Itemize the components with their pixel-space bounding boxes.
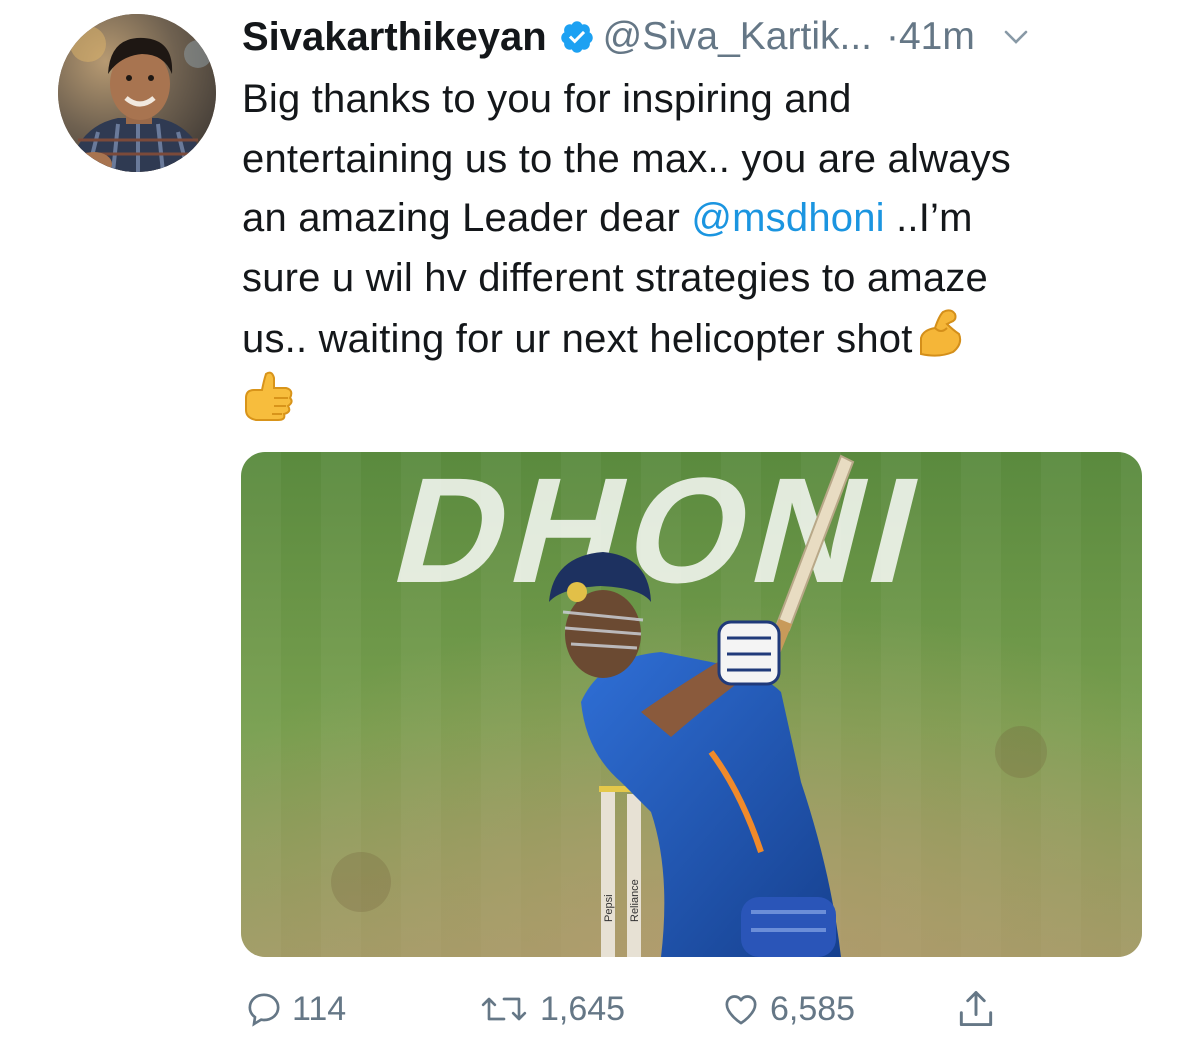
reply-icon (248, 993, 280, 1027)
retweet-count: 1,645 (540, 989, 626, 1028)
tweet-text-segment: ..I’m (884, 196, 973, 240)
verified-badge-icon (560, 21, 593, 53)
tweet-text-line: entertaining us to the max.. you are alw… (242, 136, 1012, 181)
thumbs-up-emoji (245, 371, 293, 421)
tweet-text-line (242, 370, 1162, 434)
share-button[interactable] (954, 984, 998, 1034)
stump-text-reliance: Reliance (629, 879, 641, 922)
share-icon (959, 991, 993, 1027)
tweet-text-segment: an amazing Leader dear (242, 196, 692, 240)
heart-icon (725, 995, 757, 1025)
author-name[interactable]: Sivakarthikeyan (242, 15, 547, 60)
tweet-media-image[interactable]: DHONI Pepsi Reliance (241, 452, 1142, 957)
author-handle[interactable]: @Siva_Kartik... (603, 15, 872, 59)
reply-button[interactable]: 114 (244, 984, 346, 1034)
tweet-time[interactable]: 41m (899, 15, 975, 59)
tweet-text-line: Big thanks to you for inspiring and (242, 77, 852, 121)
helmet-crest (567, 582, 587, 602)
tweet-text: Big thanks to you for inspiring and ente… (242, 70, 1162, 433)
cricket-photo: DHONI Pepsi Reliance (241, 452, 1142, 957)
retweet-button[interactable]: 1,645 (476, 984, 625, 1034)
like-count: 6,585 (770, 989, 856, 1028)
ground-text: DHONI (379, 452, 944, 614)
tweet-actions: 114 1,645 6,585 (0, 984, 1200, 1034)
tweet-text-line: sure u wil hv different strategies to am… (242, 255, 989, 300)
retweet-icon (481, 997, 527, 1021)
avatar-image (58, 14, 216, 172)
chevron-down-icon[interactable] (1003, 28, 1029, 46)
author-avatar[interactable] (58, 14, 216, 172)
tweet-text-line: an amazing Leader dear @msdhoni ..I’m (242, 189, 1162, 249)
tweet-text-line: us.. waiting for ur next helicopter shot (242, 308, 1162, 370)
mention-link[interactable]: @msdhoni (691, 196, 884, 240)
flexed-biceps-emoji (919, 309, 961, 357)
separator-dot: · (885, 15, 899, 58)
stump-text-pepsi: Pepsi (603, 894, 615, 922)
tweet-text-segment: us.. waiting for ur next helicopter shot (242, 317, 913, 361)
reply-count: 114 (292, 989, 347, 1028)
tweet-header: Sivakarthikeyan @Siva_Kartik... · 41m (242, 12, 1162, 62)
like-button[interactable]: 6,585 (720, 984, 855, 1034)
